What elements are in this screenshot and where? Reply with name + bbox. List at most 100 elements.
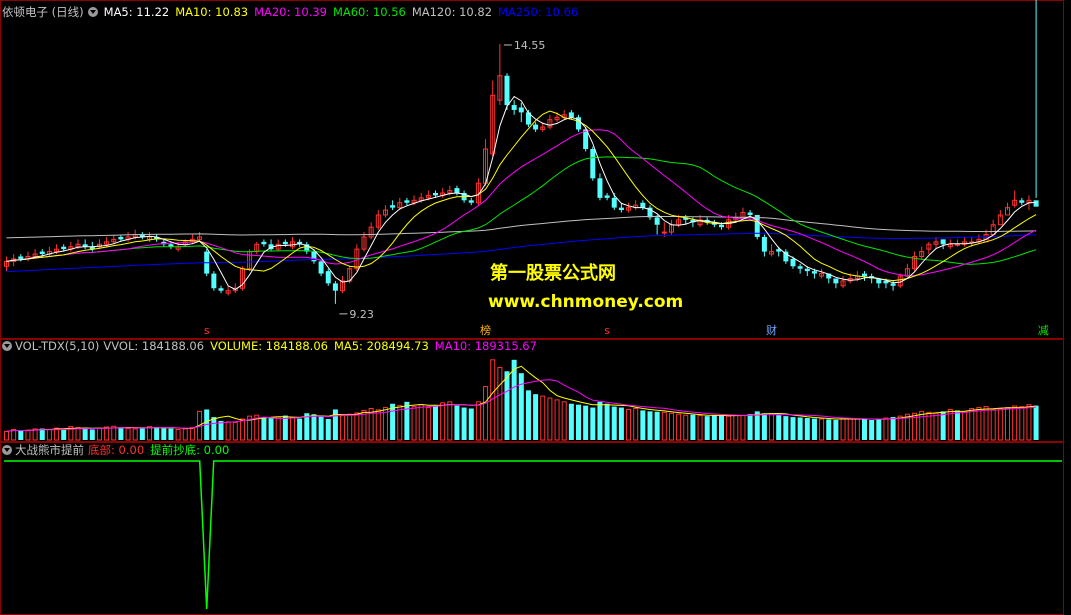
candle-body	[804, 268, 810, 272]
candle-body	[940, 239, 946, 245]
candle-body	[218, 288, 224, 291]
stock-title[interactable]: 依顿电子 (日线)	[2, 5, 84, 19]
volume-bar	[118, 427, 124, 440]
volume-bar	[561, 401, 567, 441]
volume-bar	[1005, 407, 1010, 441]
candle-body	[282, 241, 288, 245]
volume-bar	[125, 428, 131, 441]
volume-bar	[75, 427, 81, 441]
vol-ma10-value: MA10: 189315.67	[434, 339, 537, 353]
candle-body	[719, 224, 724, 228]
dropdown-icon[interactable]	[2, 445, 12, 455]
candle-body	[454, 188, 460, 193]
volume-bar	[297, 418, 303, 440]
volume-bar	[4, 430, 9, 441]
candle-body	[390, 205, 396, 208]
volume-bar	[154, 427, 160, 440]
ma250-legend: MA250: 10.66	[498, 5, 579, 19]
volume-bar	[797, 417, 803, 440]
volume-bar	[647, 411, 653, 440]
volume-bar	[704, 416, 710, 440]
volume-bar	[540, 395, 546, 441]
volume-bar	[576, 404, 581, 440]
volume-bar	[833, 419, 839, 440]
volume-bar	[1033, 405, 1039, 440]
indicator-name[interactable]: 大战熊市提前	[15, 443, 84, 457]
event-marker: s	[604, 324, 610, 337]
candle-body	[604, 195, 610, 198]
volume-bar	[318, 416, 324, 440]
indicator-legend: 大战熊市提前 底部: 0.00 提前抄底: 0.00	[2, 442, 235, 458]
volume-bar	[568, 403, 574, 440]
volume-bar	[897, 415, 903, 441]
dropdown-icon[interactable]	[87, 7, 98, 17]
volume-bar	[583, 405, 589, 440]
volume-bar	[862, 419, 867, 440]
candle-body	[747, 212, 753, 215]
early-bottom-signal-line	[4, 460, 1062, 610]
volume-bar	[1019, 406, 1025, 441]
candle-body	[790, 258, 796, 267]
volume-bar	[211, 417, 217, 440]
volume-bar	[854, 418, 860, 441]
volume-bar	[182, 428, 188, 441]
vol-indicator-name[interactable]: VOL-TDX(5,10)	[15, 339, 99, 353]
event-marker: 减	[1038, 324, 1049, 337]
main-legend: 依顿电子 (日线) MA5: 11.22 MA10: 10.83 MA20: 10.3…	[2, 4, 584, 20]
volume-bar	[425, 407, 431, 441]
volume-bar	[325, 419, 331, 440]
candle-body	[862, 273, 867, 277]
volume-bar	[468, 408, 474, 440]
volume-bar	[418, 404, 424, 441]
candle-body	[797, 266, 803, 269]
volume-bar	[769, 413, 775, 441]
volume-bar	[533, 394, 539, 440]
volume-bar	[411, 406, 417, 441]
volume-bar	[139, 427, 145, 440]
candle-body	[211, 273, 217, 289]
ma60-line	[6, 156, 1037, 265]
volume-bar	[654, 411, 660, 440]
volume-bar	[869, 419, 875, 440]
volume-bar	[132, 428, 138, 441]
volume-bar	[504, 371, 510, 440]
candle-body	[654, 217, 660, 225]
volume-bar	[761, 413, 767, 440]
candle-body	[811, 271, 817, 274]
volume-bar	[776, 415, 782, 440]
volume-bar	[475, 401, 481, 441]
volume-bar	[940, 411, 946, 440]
candle-body	[590, 149, 596, 179]
volume-bar	[733, 414, 739, 441]
candle-body	[890, 283, 896, 286]
volume-bar	[433, 405, 438, 440]
candle-body	[118, 236, 124, 240]
volume-bar	[726, 415, 732, 441]
volume-bar	[189, 427, 195, 441]
volume-bar	[525, 390, 531, 440]
volume-bar	[168, 428, 174, 440]
volume-bar	[790, 417, 796, 440]
volume-bar	[483, 386, 489, 441]
volume-bar	[89, 429, 95, 440]
ma10-legend: MA10: 10.83	[175, 5, 249, 19]
volume-bar	[997, 408, 1003, 441]
candle-body	[618, 207, 624, 211]
volume-bar	[82, 428, 88, 440]
dropdown-icon[interactable]	[2, 341, 12, 351]
volume-bar	[161, 428, 167, 440]
candle-body	[318, 261, 324, 274]
ma120-legend: MA120: 10.82	[411, 5, 493, 19]
candle-body	[597, 178, 603, 198]
candle-body	[504, 75, 510, 106]
volume-bar	[397, 405, 403, 441]
candle-body	[1019, 200, 1025, 203]
volume-bar	[147, 426, 152, 441]
volume-bar	[104, 426, 110, 441]
candle-body	[568, 112, 574, 118]
volume-bar	[747, 414, 753, 440]
volume-bar	[390, 403, 396, 440]
candle-body	[61, 246, 67, 250]
volume-bar	[354, 412, 360, 441]
volume-bar	[46, 429, 52, 441]
